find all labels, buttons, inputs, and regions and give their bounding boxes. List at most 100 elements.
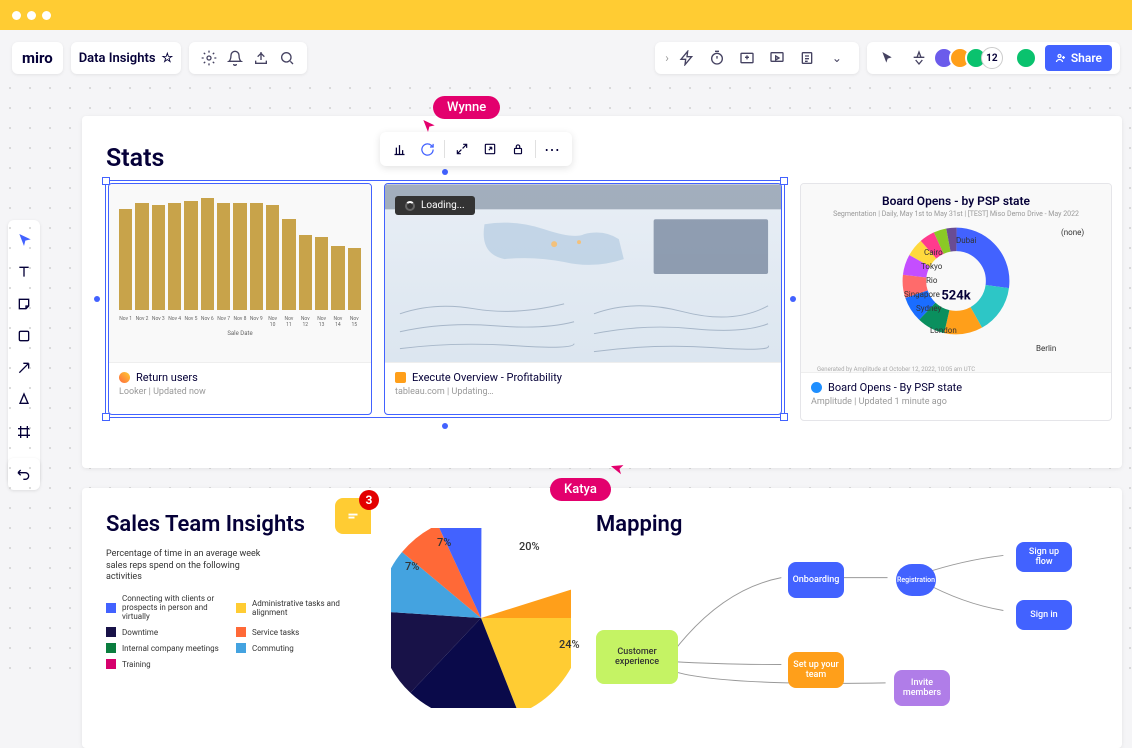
donut-chart: 524k (none)San FranciscoNew YorkBerlinLo…: [811, 226, 1101, 366]
card2-title: Execute Overview - Profitability: [412, 371, 562, 384]
export-icon[interactable]: [249, 46, 273, 70]
bar-1: [135, 203, 148, 310]
loading-text: Loading...: [421, 200, 465, 211]
cursor-mode-icon[interactable]: [875, 46, 899, 70]
sales-legend: Connecting with clients or prospects in …: [106, 594, 366, 669]
refresh-icon[interactable]: [414, 136, 440, 162]
donut-generated: Generated by Amplitude at October 12, 20…: [811, 366, 1101, 373]
donut-center-value: 524k: [941, 289, 970, 304]
card1-title: Return users: [136, 371, 198, 384]
legend-item: Administrative tasks and alignment: [236, 594, 356, 621]
node-root[interactable]: Customer experience: [596, 630, 678, 684]
window-max-dot[interactable]: [42, 11, 51, 20]
wynne-cursor: [420, 118, 436, 138]
bar-9: [266, 205, 279, 310]
selection-toolbar: ⋯: [380, 132, 572, 166]
bell-icon[interactable]: [223, 46, 247, 70]
looker-icon: [119, 372, 130, 383]
bolt-icon[interactable]: [675, 46, 699, 70]
sales-subheading: Percentage of time in an average week sa…: [106, 549, 266, 584]
profitability-card[interactable]: Loading... Execute Overview - Profitabil…: [384, 183, 782, 415]
legend-item: Commuting: [236, 643, 356, 653]
bar-4: [184, 201, 197, 310]
bar-14: [348, 248, 361, 310]
share-button[interactable]: Share: [1045, 45, 1112, 71]
donut-label-berlin: Berlin: [1036, 344, 1056, 353]
lock-icon[interactable]: [505, 136, 531, 162]
donut-label-rio: Rio: [926, 276, 937, 285]
pie-label-7a: 7%: [405, 560, 419, 573]
node-registration[interactable]: Registration: [896, 564, 936, 596]
donut-label-cairo: Cairo: [924, 248, 943, 257]
chart-type-icon[interactable]: [386, 136, 412, 162]
open-link-icon[interactable]: [477, 136, 503, 162]
donut-label-tokyo: Tokyo: [921, 262, 942, 271]
expand-icon[interactable]: [449, 136, 475, 162]
card1-sub: Looker | Updated now: [119, 387, 361, 397]
legend-item: Training: [106, 659, 226, 669]
spinner-icon: [405, 201, 415, 211]
present-icon[interactable]: [765, 46, 789, 70]
pie-chart: 7% 7% 20% 24%: [391, 528, 571, 708]
legend-item: Connecting with clients or prospects in …: [106, 594, 226, 621]
collaborator-avatars[interactable]: 12: [939, 47, 1003, 69]
insights-frame: Sales Team Insights Percentage of time i…: [82, 488, 1122, 748]
pie-label-7b: 7%: [437, 536, 451, 549]
app-header: miro Data Insights ☆ › ⌄ 12: [0, 38, 1132, 78]
node-signup[interactable]: Sign up flow: [1016, 542, 1072, 572]
bar-13: [331, 246, 344, 310]
bar-chart-x-axis-title: Sale Date: [109, 330, 371, 337]
node-setup[interactable]: Set up your team: [788, 652, 844, 688]
canvas[interactable]: ⋯ Wynne Stats Nov 1Nov 2Nov 3Nov 4Nov 5N…: [0, 78, 1132, 672]
window-close-dot[interactable]: [12, 11, 21, 20]
bar-10: [282, 219, 295, 310]
miro-logo[interactable]: miro: [12, 42, 63, 74]
card3-sub: Amplitude | Updated 1 minute ago: [811, 397, 1101, 407]
header-actions-1: › ⌄: [655, 42, 859, 74]
board-opens-card[interactable]: Board Opens - by PSP state Segmentation …: [800, 183, 1112, 421]
mid-handle-bottom[interactable]: [442, 423, 448, 429]
bar-11: [299, 235, 312, 310]
embed-icon[interactable]: [735, 46, 759, 70]
bar-3: [168, 203, 181, 310]
header-tools: [189, 42, 307, 74]
more-chevron-icon[interactable]: ⌄: [825, 46, 849, 70]
mid-handle-left[interactable]: [94, 296, 100, 302]
note-icon[interactable]: [795, 46, 819, 70]
current-user-avatar[interactable]: [1015, 47, 1037, 69]
legend-item: Internal company meetings: [106, 643, 226, 653]
browser-chrome: [0, 0, 1132, 30]
stats-title: Stats: [106, 144, 1098, 173]
katya-cursor: [610, 461, 626, 481]
node-invite[interactable]: Invite members: [894, 670, 950, 706]
donut-label-sydney: Sydney: [916, 304, 941, 313]
mid-handle-top[interactable]: [442, 169, 448, 175]
resize-handle-br[interactable]: [780, 413, 788, 421]
search-icon[interactable]: [275, 46, 299, 70]
card3-title: Board Opens - By PSP state: [828, 381, 962, 394]
comment-count-badge: 3: [359, 490, 379, 510]
timer-icon[interactable]: [705, 46, 729, 70]
star-icon[interactable]: ☆: [162, 51, 174, 66]
window-min-dot[interactable]: [27, 11, 36, 20]
mapping-section: Mapping Customer experience Onboarding S…: [596, 512, 1098, 724]
avatar-overflow-count: 12: [981, 47, 1003, 69]
sales-title: Sales Team Insights: [106, 512, 366, 537]
more-options-icon[interactable]: ⋯: [540, 136, 566, 162]
mid-handle-right[interactable]: [790, 296, 796, 302]
settings-icon[interactable]: [197, 46, 221, 70]
comment-thread[interactable]: 3: [335, 498, 371, 534]
board-title: Data Insights: [79, 51, 156, 66]
katya-badge: Katya: [550, 478, 611, 501]
wynne-badge: Wynne: [433, 96, 500, 119]
node-signin[interactable]: Sign in: [1016, 600, 1072, 630]
donut-label-new-york: New York: [1111, 321, 1112, 339]
chevron-right-icon[interactable]: ›: [665, 51, 669, 65]
reactions-icon[interactable]: [907, 46, 931, 70]
node-onboarding[interactable]: Onboarding: [788, 562, 844, 598]
donut-label-dubai: Dubai: [956, 236, 976, 245]
donut-subtitle: Segmentation | Daily, May 1st to May 31s…: [811, 210, 1101, 218]
board-title-box[interactable]: Data Insights ☆: [71, 42, 181, 74]
amplitude-icon: [811, 382, 822, 393]
return-users-card[interactable]: Nov 1Nov 2Nov 3Nov 4Nov 5Nov 6Nov 7Nov 8…: [108, 183, 372, 415]
